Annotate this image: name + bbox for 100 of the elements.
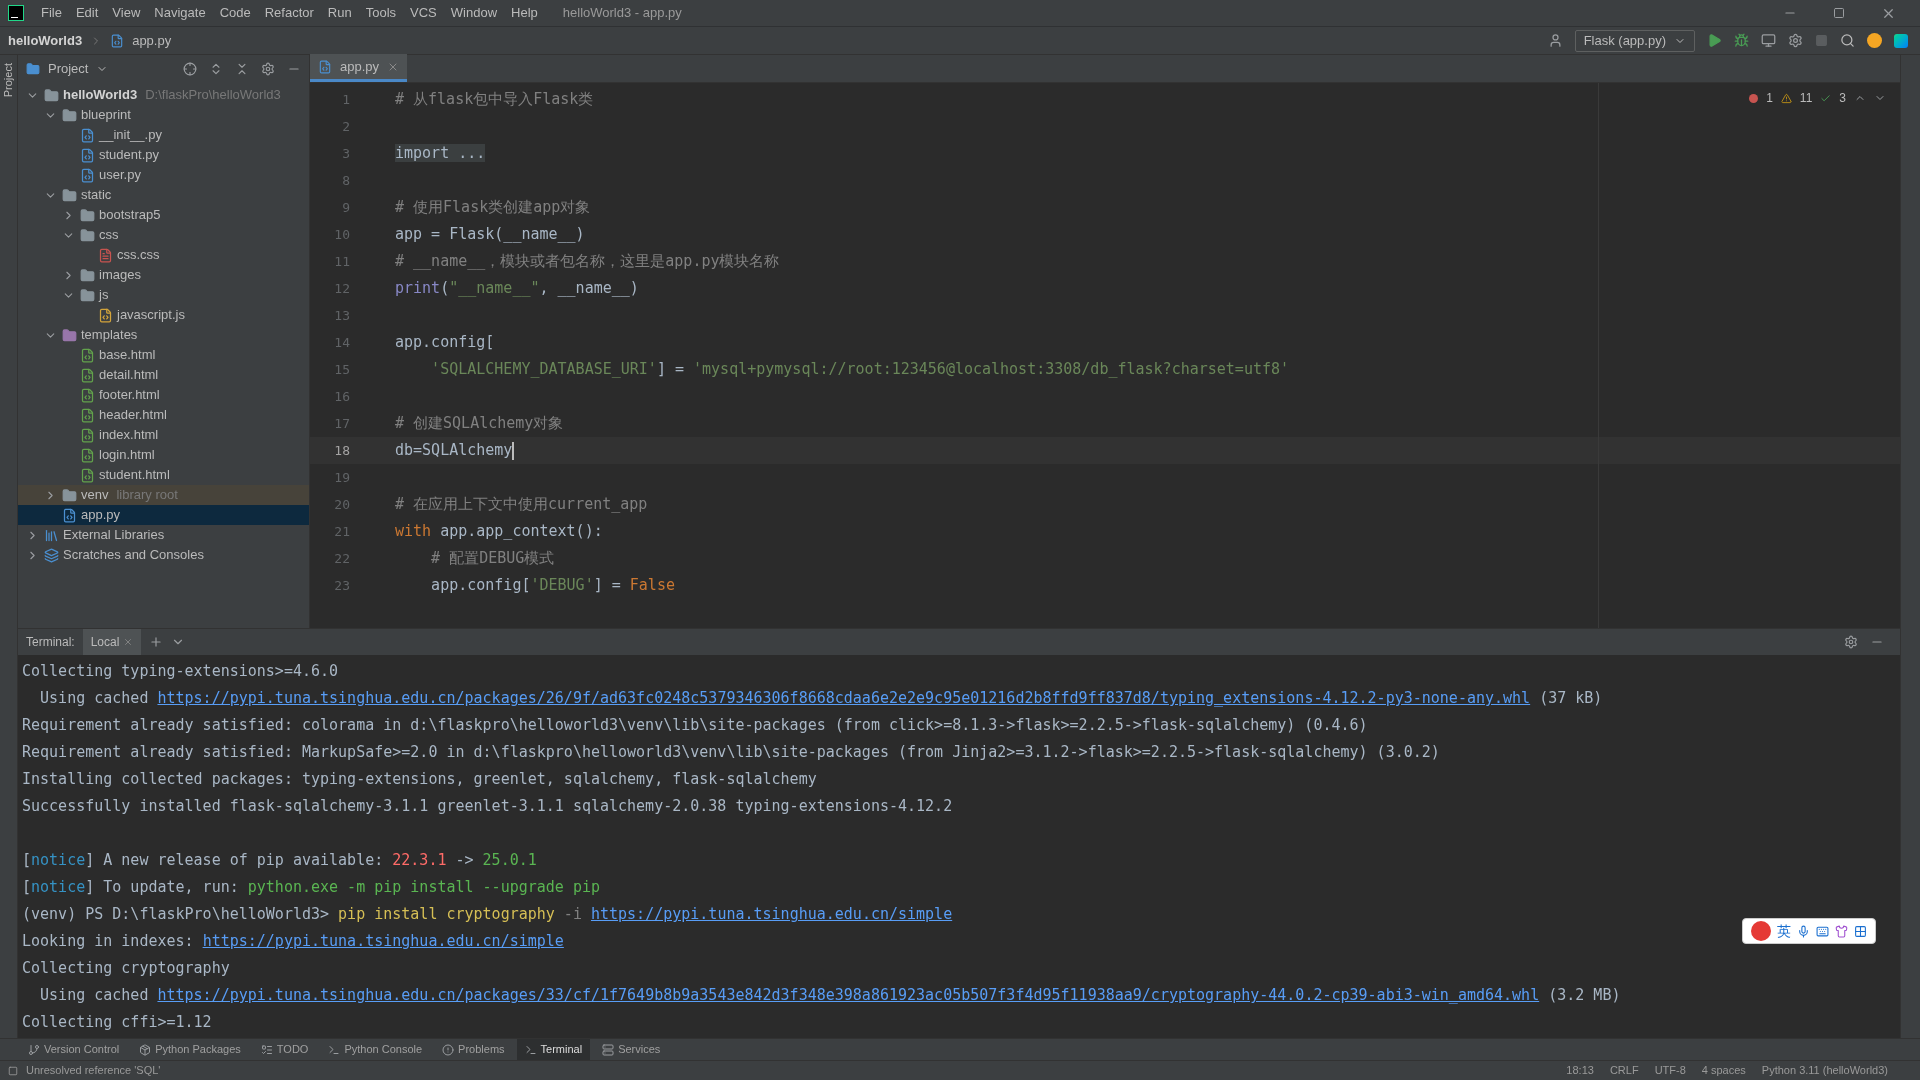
menu-item[interactable]: Code [214, 3, 256, 23]
menu-item[interactable]: View [107, 3, 146, 23]
tree-item[interactable]: header.html [18, 405, 309, 425]
line-number: 23 [333, 576, 350, 595]
tree-item[interactable]: js [18, 285, 309, 305]
run-config-dropdown[interactable]: Flask (app.py) [1574, 29, 1695, 52]
tree-item[interactable]: templates [18, 325, 309, 345]
warning-count[interactable]: 11 [1799, 89, 1813, 107]
tree-item[interactable]: static [18, 185, 309, 205]
weak-warning-count[interactable]: 3 [1839, 89, 1846, 107]
folder-icon [80, 227, 95, 243]
menu-item[interactable]: File [36, 3, 67, 23]
tree-item[interactable]: login.html [18, 445, 309, 465]
session-tab[interactable]: Local [82, 629, 142, 655]
run-icon[interactable] [1707, 33, 1722, 48]
search-icon[interactable] [1840, 33, 1855, 48]
tree-item[interactable]: css [18, 225, 309, 245]
tree-item[interactable]: images [18, 265, 309, 285]
tree-item[interactable]: user.py [18, 165, 309, 185]
menu-item[interactable]: Help [506, 3, 543, 23]
status-item[interactable]: 4 spaces [1701, 1062, 1746, 1079]
link[interactable]: https://pypi.tuna.tsinghua.edu.cn/packages/26/9f/ad63fc0248c5379346306f8668cdaa6e2e2e9c95e01216d2b8ffd9ff837d8/typing_extensions-4.12.2-py3-none-any.whl [157, 687, 1531, 710]
tool-window-tab[interactable]: Python Console [320, 1038, 431, 1061]
grid-icon[interactable] [1854, 924, 1867, 938]
menu-item[interactable]: Run [322, 3, 357, 23]
tree-item[interactable]: footer.html [18, 385, 309, 405]
tree-item[interactable]: base.html [18, 345, 309, 365]
ime-toolbar[interactable]: 英 [1742, 918, 1876, 944]
panel-toggle-icon[interactable] [8, 1065, 18, 1076]
tree-item[interactable]: blueprint [18, 105, 309, 125]
tree-item[interactable]: student.html [18, 465, 309, 485]
breadcrumb[interactable]: helloWorld3 [8, 30, 83, 51]
tree-item[interactable]: bootstrap5 [18, 205, 309, 225]
debug-icon[interactable] [1734, 33, 1749, 48]
restore-icon[interactable] [1833, 7, 1845, 19]
terminal-line: Collecting cryptography [22, 958, 230, 980]
tree-item[interactable]: student.py [18, 145, 309, 165]
tool-window-tab[interactable]: Version Control [20, 1038, 128, 1061]
error-icon[interactable] [1749, 93, 1759, 103]
update-icon[interactable] [1867, 33, 1882, 48]
tree-item[interactable]: index.html [18, 425, 309, 445]
tool-window-tab[interactable]: Terminal [516, 1038, 591, 1061]
tree-item[interactable]: app.py [18, 505, 309, 525]
status-item[interactable]: 18:13 [1566, 1062, 1594, 1079]
tree-item[interactable]: Scratches and Consoles [18, 545, 309, 565]
tool-window-tab[interactable]: Services [594, 1038, 669, 1061]
tree-item[interactable]: helloWorld3 D:\flaskPro\helloWorld3 [18, 85, 309, 105]
microphone-icon[interactable] [1797, 924, 1810, 938]
menu-item[interactable]: Edit [70, 3, 104, 23]
menu-item[interactable]: Refactor [259, 3, 319, 23]
code-line: db=SQLAlchemy [395, 440, 513, 462]
breadcrumb[interactable]: app.py [132, 30, 172, 51]
library-icon [44, 527, 59, 543]
code-line: # __name__，模块或者包名称，这里是app.py模块名称 [395, 251, 780, 273]
tool-window-tab[interactable]: TODO [252, 1038, 317, 1061]
tree-item[interactable]: javascript.js [18, 305, 309, 325]
warning-icon[interactable] [1780, 92, 1792, 104]
link[interactable]: https://pypi.tuna.tsinghua.edu.cn/simple [202, 930, 564, 953]
link[interactable]: https://pypi.tuna.tsinghua.edu.cn/simple [590, 903, 953, 926]
menu-item[interactable]: Tools [360, 3, 402, 23]
terminal-text: Using cached [39, 985, 150, 1007]
locate-icon[interactable] [183, 62, 197, 76]
text-cursor [512, 441, 515, 460]
tree-item[interactable]: External Libraries [18, 525, 309, 545]
tree-item[interactable]: venv library root [18, 485, 309, 505]
status-item[interactable]: UTF-8 [1654, 1062, 1686, 1079]
terminal-text: -i [562, 904, 583, 926]
menu-item[interactable]: Navigate [149, 3, 211, 23]
tool-window-tab[interactable]: Project [0, 63, 17, 98]
code-line: app = Flask(__name__) [395, 224, 585, 246]
plugin-logo-icon[interactable] [1894, 33, 1908, 48]
tool-window-tab[interactable]: Problems [434, 1038, 513, 1061]
status-item[interactable]: Python 3.11 (helloWorld3) [1761, 1062, 1888, 1079]
panel-title[interactable]: Project [48, 59, 89, 79]
tool-window-tab[interactable]: Python Packages [131, 1038, 249, 1061]
settings-icon[interactable] [1844, 635, 1858, 649]
server-icon [602, 1043, 615, 1056]
editor-tab[interactable]: app.py [310, 54, 408, 82]
menu-item[interactable]: VCS [405, 3, 442, 23]
settings-icon[interactable] [261, 62, 275, 76]
link[interactable]: https://pypi.tuna.tsinghua.edu.cn/packages/33/cf/1f7649b8b9a3543e842d3f348e398a861923ac05b507f3f4d95f11938aa9/cryptography-44.0.2-cp39-abi3-win_amd64.whl [157, 984, 1540, 1007]
line-number: 21 [333, 522, 350, 541]
shirt-icon[interactable] [1835, 924, 1848, 938]
tree-item[interactable]: detail.html [18, 365, 309, 385]
tree-item[interactable]: __init__.py [18, 125, 309, 145]
keyboard-icon[interactable] [1816, 924, 1829, 938]
file-icon [80, 347, 95, 363]
ime-logo-icon[interactable] [1751, 921, 1771, 941]
error-count[interactable]: 1 [1766, 89, 1773, 107]
check-icon[interactable] [1820, 92, 1832, 104]
folder-icon [80, 287, 95, 303]
file-icon [110, 33, 125, 48]
file-icon [318, 59, 332, 74]
status-item[interactable]: CRLF [1609, 1062, 1639, 1079]
add-icon[interactable] [149, 635, 164, 649]
user-icon[interactable] [1547, 33, 1563, 48]
menu-item[interactable]: Window [445, 3, 503, 23]
close-icon[interactable] [123, 637, 134, 647]
collapse-all-icon[interactable] [235, 62, 249, 76]
tree-item[interactable]: css.css [18, 245, 309, 265]
